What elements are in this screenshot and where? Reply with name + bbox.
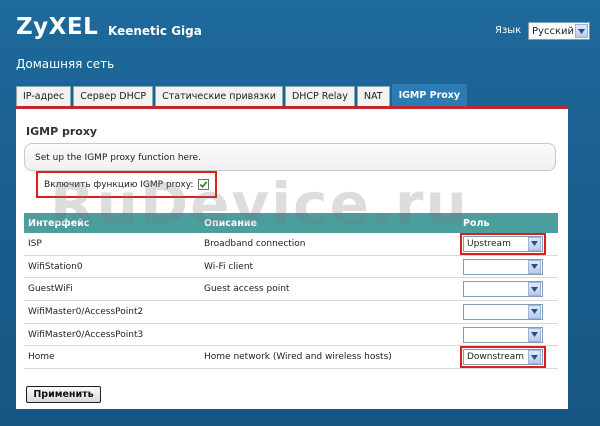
role-highlight: Downstream [460,346,546,369]
page-title: Домашняя сеть [16,57,115,71]
tab-nat[interactable]: NAT [356,86,390,106]
header-interface: Интерфейс [28,217,90,229]
role-select[interactable]: Upstream [463,235,543,252]
header-description: Описание [204,217,258,229]
enable-igmp-proxy-label: Включить функцию IGMP proxy: [44,179,194,190]
table-row: GuestWiFi Guest access point [24,278,558,302]
tab-bar: IP-адрес Сервер DHCP Статические привязк… [16,84,469,106]
role-select[interactable] [463,326,543,343]
header-role: Роль [463,217,490,229]
role-select[interactable]: Downstream [463,349,543,366]
role-highlight: Upstream [460,232,546,255]
tab-dhcp-relay[interactable]: DHCP Relay [284,86,355,106]
checkmark-icon [200,181,208,188]
table-row: Home Home network (Wired and wireless ho… [24,346,558,370]
role-select[interactable] [463,303,543,320]
chevron-down-icon[interactable] [528,327,541,342]
table-row: WifiMaster0/AccessPoint2 [24,301,558,324]
interface-description: Wi-Fi client [204,261,254,272]
language-value: Русский [532,25,574,37]
role-select[interactable] [463,258,543,275]
tab-ip-address[interactable]: IP-адрес [16,86,72,106]
watermark-corner: RuDevice.ru [462,393,547,409]
table-row: ISP Broadband connection Upstream [24,232,558,256]
zyxel-logo: ZyXEL [16,14,99,40]
section-title: IGMP proxy [26,125,98,138]
role-value: Upstream [467,238,511,249]
interface-description: Broadband connection [204,238,306,249]
role-select[interactable] [463,281,543,298]
interface-description: Guest access point [204,284,290,295]
interface-name: ISP [28,238,42,249]
interface-name: Home [28,352,55,363]
interface-name: GuestWiFi [28,284,73,295]
interface-name: WifiMaster0/AccessPoint2 [28,306,144,317]
tab-static-bindings[interactable]: Статические привязки [155,86,283,106]
chevron-down-icon[interactable] [528,282,541,297]
apply-button[interactable]: Применить [26,386,101,403]
tab-igmp-proxy[interactable]: IGMP Proxy [391,84,468,106]
chevron-down-icon[interactable] [528,304,541,319]
interface-description: Home network (Wired and wireless hosts) [204,352,392,363]
table-row: WifiMaster0/AccessPoint3 [24,324,558,347]
table-header: Интерфейс Описание Роль [24,213,558,233]
interface-table: Интерфейс Описание Роль ISP Broadband co… [24,213,558,370]
description-box: Set up the IGMP proxy function here. [24,143,556,171]
enable-igmp-proxy-row: Включить функцию IGMP proxy: [36,171,217,198]
tab-dhcp-server[interactable]: Сервер DHCP [73,86,154,106]
table-row: WifiStation0 Wi-Fi client [24,256,558,279]
chevron-down-icon[interactable] [528,350,541,365]
language-select[interactable]: Русский [528,22,590,40]
model-name: Keenetic Giga [108,24,202,38]
enable-igmp-proxy-checkbox[interactable] [198,179,210,190]
chevron-down-icon[interactable] [575,24,588,38]
interface-name: WifiStation0 [28,261,83,272]
chevron-down-icon[interactable] [528,236,541,251]
interface-name: WifiMaster0/AccessPoint3 [28,329,144,340]
chevron-down-icon[interactable] [528,259,541,274]
role-value: Downstream [467,352,525,363]
language-label: Язык [495,25,522,36]
main-panel: IGMP proxy Set up the IGMP proxy functio… [16,106,568,409]
